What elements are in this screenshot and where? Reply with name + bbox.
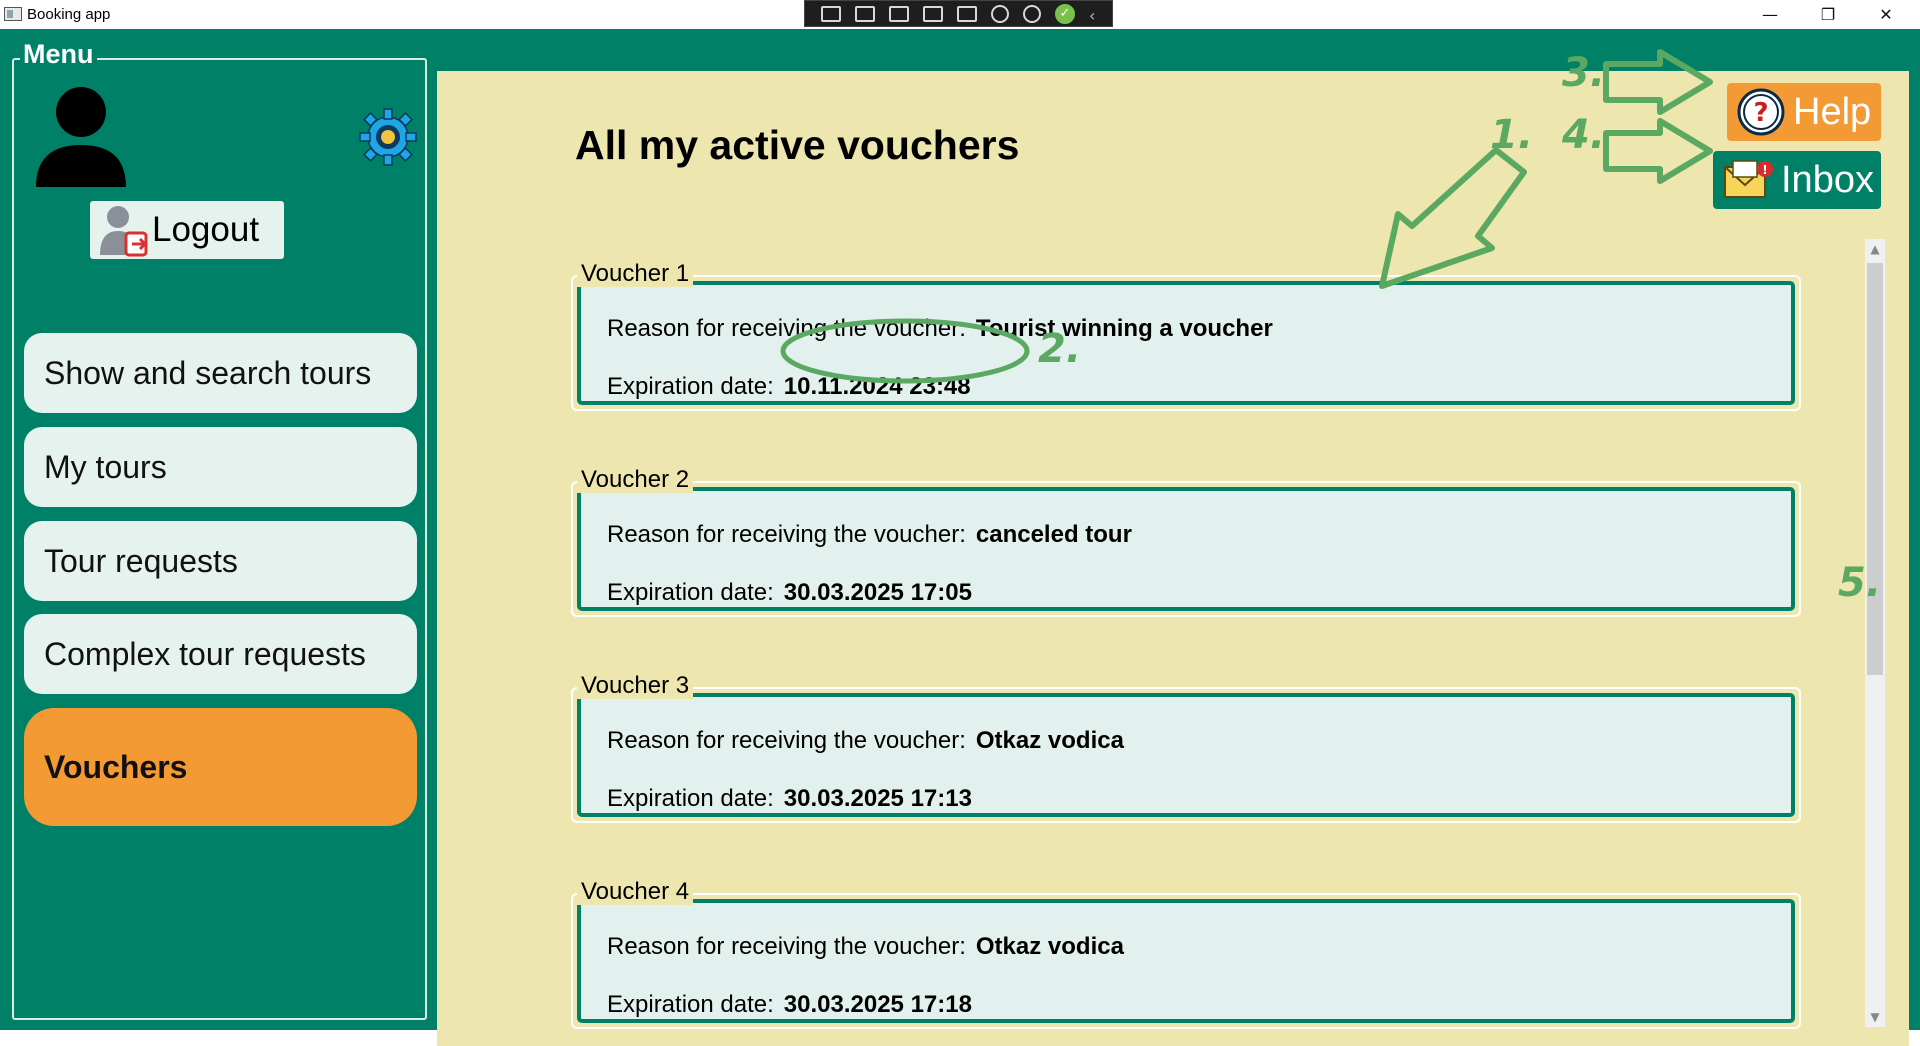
pointer-icon[interactable]: [889, 5, 909, 22]
app-window: Menu Logout Show and search tours My tou…: [0, 29, 1920, 1046]
content-panel: All my active vouchers ? Help ! Inbox Re…: [437, 71, 1909, 1046]
scroll-thumb[interactable]: [1867, 263, 1883, 675]
accessibility-icon[interactable]: [991, 4, 1009, 23]
person-icon[interactable]: [1023, 4, 1041, 23]
voucher-date-row: Expiration date: 30.03.2025 17:13: [607, 785, 972, 813]
check-icon[interactable]: ✓: [1055, 3, 1075, 24]
annotation-label-4: 4.: [1562, 112, 1606, 158]
svg-text:?: ?: [1753, 98, 1768, 128]
inbox-label: Inbox: [1781, 158, 1874, 201]
reason-value: Tourist winning a voucher: [975, 315, 1273, 342]
voucher-card: Reason for receiving the voucher: Otkaz v…: [571, 879, 1801, 1029]
voucher-reason-row: Reason for receiving the voucher: Tourist…: [607, 315, 1273, 343]
annotation-label-1: 1.: [1490, 112, 1534, 158]
capture-toolbar: ✓ ‹: [804, 0, 1113, 27]
voucher-date-row: Expiration date: 10.11.2024 23:48: [607, 373, 971, 401]
voucher-title: Voucher 1: [577, 261, 694, 287]
help-button[interactable]: ? Help: [1727, 83, 1881, 141]
expiration-value: 30.03.2025 17:13: [783, 785, 972, 812]
help-label: Help: [1793, 90, 1872, 133]
user-avatar-icon: [36, 87, 126, 187]
expiration-value: 30.03.2025 17:18: [783, 991, 972, 1018]
vertical-scrollbar[interactable]: ▲ ▼: [1865, 239, 1885, 1027]
minimize-button[interactable]: —: [1742, 0, 1798, 29]
window-select-icon[interactable]: [957, 5, 977, 22]
reason-label: Reason for receiving the voucher:: [607, 933, 966, 960]
voucher-title: Voucher 3: [577, 673, 694, 699]
date-label: Expiration date:: [607, 373, 774, 400]
inbox-button[interactable]: ! Inbox: [1713, 151, 1881, 209]
logout-user-icon: [100, 206, 148, 257]
logout-label: Logout: [152, 210, 260, 249]
voucher-card: Reason for receiving the voucher: Otkaz v…: [571, 673, 1801, 823]
help-question-icon: ?: [1737, 88, 1785, 136]
annotation-label-2: 2.: [1038, 326, 1082, 372]
menu-title: Menu: [20, 39, 97, 70]
nav-complex-tour-requests[interactable]: Complex tour requests: [24, 614, 417, 694]
voucher-title: Voucher 4: [577, 879, 694, 905]
close-button[interactable]: ✕: [1858, 0, 1914, 29]
nav-show-and-search-tours[interactable]: Show and search tours: [24, 333, 417, 413]
reason-label: Reason for receiving the voucher:: [607, 727, 966, 754]
reason-value: canceled tour: [975, 521, 1132, 548]
settings-gear-icon[interactable]: [358, 107, 418, 167]
record-screen-icon[interactable]: [821, 5, 841, 22]
nav-tour-requests[interactable]: Tour requests: [24, 521, 417, 601]
chevron-left-icon[interactable]: ‹: [1089, 6, 1099, 25]
logout-button[interactable]: Logout: [90, 201, 284, 259]
reason-label: Reason for receiving the voucher:: [607, 521, 966, 548]
date-label: Expiration date:: [607, 579, 774, 606]
window-title: Booking app: [27, 6, 111, 23]
voucher-reason-row: Reason for receiving the voucher: Otkaz v…: [607, 933, 1124, 961]
voucher-date-row: Expiration date: 30.03.2025 17:05: [607, 579, 972, 607]
nav-my-tours[interactable]: My tours: [24, 427, 417, 507]
date-label: Expiration date:: [607, 991, 774, 1018]
app-icon: [4, 7, 22, 21]
page-title: All my active vouchers: [575, 122, 1020, 168]
reason-label: Reason for receiving the voucher:: [607, 315, 966, 342]
expiration-value: 10.11.2024 23:48: [783, 373, 971, 400]
annotation-label-3: 3.: [1562, 50, 1606, 96]
scroll-down-arrow-icon[interactable]: ▼: [1865, 1007, 1885, 1027]
voucher-card: Reason for receiving the voucher: cancele…: [571, 467, 1801, 617]
voucher-list[interactable]: Reason for receiving the voucher: Tourist…: [567, 261, 1907, 1031]
mail-notification-icon: !: [1724, 160, 1773, 198]
expiration-value: 30.03.2025 17:05: [783, 579, 972, 606]
restore-button[interactable]: ❐: [1800, 0, 1856, 29]
annotation-label-5: 5.: [1838, 560, 1882, 606]
nav-vouchers[interactable]: Vouchers: [24, 708, 417, 826]
reason-value: Otkaz vodica: [975, 933, 1124, 960]
scroll-up-arrow-icon[interactable]: ▲: [1865, 239, 1885, 259]
reason-value: Otkaz vodica: [975, 727, 1124, 754]
title-bar: Booking app ✓ ‹ — ❐ ✕: [0, 0, 1920, 29]
frame-icon[interactable]: [923, 5, 943, 22]
voucher-date-row: Expiration date: 30.03.2025 17:18: [607, 991, 972, 1019]
voucher-card: Reason for receiving the voucher: Tourist…: [571, 261, 1801, 411]
voucher-title: Voucher 2: [577, 467, 694, 493]
voucher-reason-row: Reason for receiving the voucher: Otkaz v…: [607, 727, 1124, 755]
date-label: Expiration date:: [607, 785, 774, 812]
video-icon[interactable]: [855, 5, 875, 22]
svg-text:!: !: [1762, 163, 1767, 177]
voucher-reason-row: Reason for receiving the voucher: cancele…: [607, 521, 1132, 549]
